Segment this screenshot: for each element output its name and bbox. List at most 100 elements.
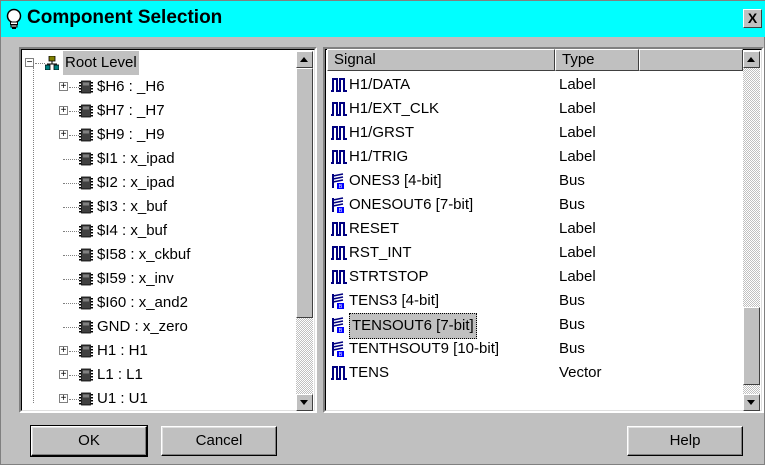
tree-connector-line xyxy=(63,159,79,160)
signal-type: Bus xyxy=(559,316,585,333)
pulse-icon xyxy=(331,78,347,92)
column-header-empty[interactable] xyxy=(639,49,743,71)
tree-item[interactable]: $I3 : x_buf xyxy=(21,195,289,219)
pulse-icon xyxy=(331,366,347,380)
signal-row[interactable]: H1/TRIG Label xyxy=(325,145,737,169)
tree-connector-line xyxy=(63,279,79,280)
pulse-icon xyxy=(331,102,347,116)
tree-scroll-up-button[interactable] xyxy=(296,51,313,68)
tree-item-label: U1 : U1 xyxy=(97,390,148,407)
tree-item[interactable]: + H1 : H1 xyxy=(21,339,289,363)
bus-icon: B xyxy=(332,293,344,309)
signal-row[interactable]: TENS Vector xyxy=(325,361,737,385)
tree-item[interactable]: $I1 : x_ipad xyxy=(21,147,289,171)
help-button[interactable]: Help xyxy=(627,426,743,456)
tree-item-label: GND : x_zero xyxy=(97,318,188,335)
tree-connector-line xyxy=(69,351,79,352)
expand-icon[interactable]: + xyxy=(59,394,68,404)
signal-scroll-down-button[interactable] xyxy=(743,394,760,411)
title-bar[interactable]: Component Selection X xyxy=(1,1,765,37)
tree-item[interactable]: + U1 : U1 xyxy=(21,387,289,411)
arrow-up-icon xyxy=(747,57,755,62)
column-header-type[interactable]: Type xyxy=(555,49,639,71)
signal-row[interactable]: RESET Label xyxy=(325,217,737,241)
bus-icon: B xyxy=(332,197,344,213)
signal-row[interactable]: H1/DATA Label xyxy=(325,73,737,97)
signal-row[interactable]: B ONESOUT6 [7-bit] Bus xyxy=(325,193,737,217)
cancel-button[interactable]: Cancel xyxy=(161,426,277,456)
tree-item[interactable]: $I59 : x_inv xyxy=(21,267,289,291)
tree-scrollbar[interactable] xyxy=(296,51,313,411)
signal-row[interactable]: STRTSTOP Label xyxy=(325,265,737,289)
signal-row[interactable]: H1/GRST Label xyxy=(325,121,737,145)
expand-icon[interactable]: + xyxy=(59,106,68,116)
signal-type: Label xyxy=(559,268,596,285)
signal-type: Label xyxy=(559,220,596,237)
bus-icon: B xyxy=(332,173,344,189)
signal-name: TENTHSOUT9 [10-bit] xyxy=(349,340,500,357)
tree-item[interactable]: $I60 : x_and2 xyxy=(21,291,289,315)
expand-icon[interactable]: + xyxy=(59,370,68,380)
tree-item[interactable]: − Root Level xyxy=(21,51,289,75)
chip-icon xyxy=(79,200,93,214)
signal-name: H1/DATA xyxy=(349,76,411,93)
signal-name: TENS xyxy=(349,364,390,381)
tree-item-label: $I60 : x_and2 xyxy=(97,294,188,311)
chip-icon xyxy=(79,344,93,358)
tree-item[interactable]: + $H7 : _H7 xyxy=(21,99,289,123)
chip-icon xyxy=(79,80,93,94)
tree-connector-line xyxy=(69,87,79,88)
tree-item[interactable]: + $H6 : _H6 xyxy=(21,75,289,99)
signal-type: Bus xyxy=(559,292,585,309)
signal-row[interactable]: B TENTHSOUT9 [10-bit] Bus xyxy=(325,337,737,361)
signal-name: H1/TRIG xyxy=(349,148,409,165)
signal-type: Bus xyxy=(559,196,585,213)
signal-type: Label xyxy=(559,100,596,117)
signal-name: RST_INT xyxy=(349,244,412,261)
lightbulb-icon xyxy=(6,8,22,29)
tree-item[interactable]: + $H9 : _H9 xyxy=(21,123,289,147)
signal-name: TENSOUT6 [7-bit] xyxy=(349,313,477,339)
arrow-down-icon xyxy=(300,400,308,405)
signal-list[interactable]: Signal Type H1/DATA Label H1/EXT_CLK Label H… xyxy=(323,47,764,413)
tree-item-label: $H9 : _H9 xyxy=(97,126,165,143)
tree-scroll-down-button[interactable] xyxy=(296,394,313,411)
tree-item[interactable]: $I4 : x_buf xyxy=(21,219,289,243)
signal-row[interactable]: B TENS3 [4-bit] Bus xyxy=(325,289,737,313)
tree-connector-line xyxy=(63,183,79,184)
pulse-icon xyxy=(331,150,347,164)
tree-connector-line xyxy=(69,111,79,112)
arrow-up-icon xyxy=(300,57,308,62)
collapse-icon[interactable]: − xyxy=(25,58,34,68)
expand-icon[interactable]: + xyxy=(59,82,68,92)
signal-scrollbar[interactable] xyxy=(743,51,760,411)
tree-connector-line xyxy=(63,255,79,256)
tree-item[interactable]: $I58 : x_ckbuf xyxy=(21,243,289,267)
component-tree[interactable]: − Root Level + $H6 : _H6 + $H7 : _H7 + $H9 : _H… xyxy=(19,47,317,413)
signal-row[interactable]: B ONES3 [4-bit] Bus xyxy=(325,169,737,193)
signal-row[interactable]: RST_INT Label xyxy=(325,241,737,265)
chip-icon xyxy=(79,104,93,118)
signal-name: RESET xyxy=(349,220,400,237)
signal-name: H1/EXT_CLK xyxy=(349,100,440,117)
chip-icon xyxy=(79,320,93,334)
signal-type: Bus xyxy=(559,340,585,357)
signal-row[interactable]: B TENSOUT6 [7-bit] Bus xyxy=(325,313,737,339)
tree-connector-line xyxy=(69,135,79,136)
expand-icon[interactable]: + xyxy=(59,130,68,140)
tree-item[interactable]: $I2 : x_ipad xyxy=(21,171,289,195)
column-header-signal[interactable]: Signal xyxy=(327,49,555,71)
ok-button[interactable]: OK xyxy=(30,425,148,457)
expand-icon[interactable]: + xyxy=(59,346,68,356)
tree-item[interactable]: + L1 : L1 xyxy=(21,363,289,387)
tree-item[interactable]: GND : x_zero xyxy=(21,315,289,339)
close-button[interactable]: X xyxy=(743,9,762,28)
tree-connector-line xyxy=(63,231,79,232)
pulse-icon xyxy=(331,126,347,140)
signal-scroll-thumb[interactable] xyxy=(743,307,760,385)
signal-row[interactable]: H1/EXT_CLK Label xyxy=(325,97,737,121)
chip-icon xyxy=(79,176,93,190)
bus-icon: B xyxy=(332,341,344,357)
signal-scroll-up-button[interactable] xyxy=(743,51,760,68)
tree-scroll-thumb[interactable] xyxy=(296,68,313,318)
